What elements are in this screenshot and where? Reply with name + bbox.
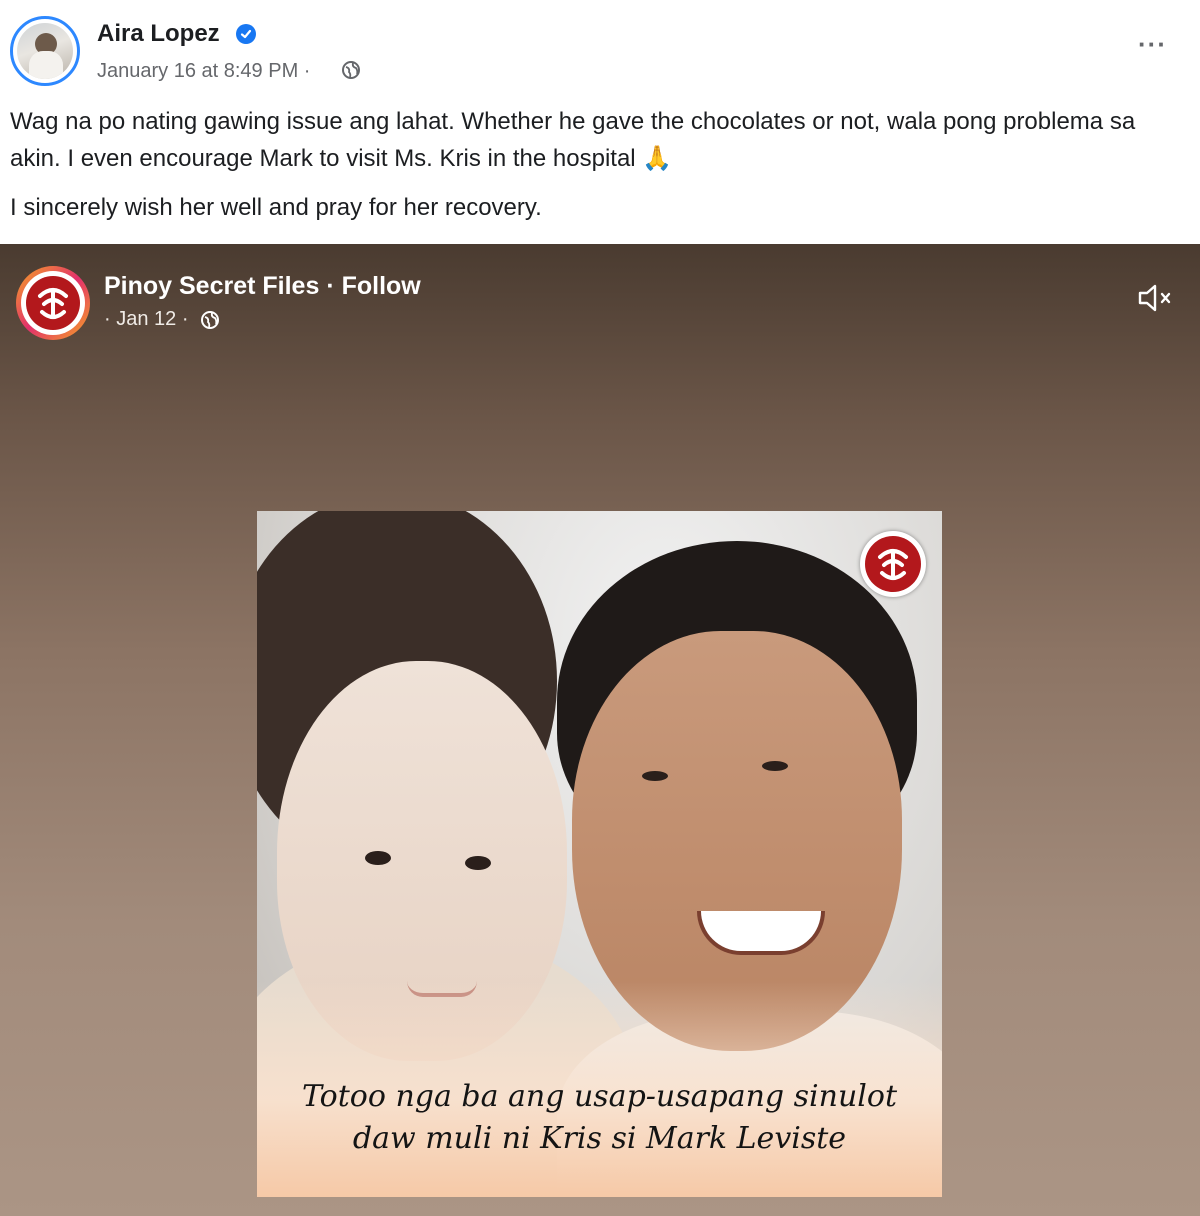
- post-header: Aira Lopez January 16 at 8:49 PM · ···: [0, 0, 1200, 100]
- shared-photo[interactable]: Totoo nga ba ang usap-usapang sinulot da…: [257, 511, 942, 1197]
- logo-mark-icon: [38, 288, 68, 319]
- caption-line-2: daw muli ni Kris si Mark Leviste: [352, 1121, 847, 1156]
- globe-icon: [341, 60, 361, 80]
- post-timestamp[interactable]: January 16 at 8:49 PM ·: [97, 60, 310, 83]
- caption-line-1: Totoo nga ba ang usap-usapang sinulot: [301, 1079, 898, 1114]
- avatar-photo: [17, 23, 73, 79]
- photo-woman-eye-right: [465, 856, 491, 870]
- photo-man-eye-right: [762, 761, 788, 771]
- muted-speaker-icon[interactable]: [1136, 282, 1176, 314]
- post-paragraph-1-text: Wag na po nating gawing issue ang lahat.…: [10, 108, 1136, 172]
- post-text: Wag na po nating gawing issue ang lahat.…: [10, 103, 1180, 226]
- author-name[interactable]: Aira Lopez: [97, 20, 220, 48]
- globe-icon: [200, 310, 220, 330]
- verified-badge-icon: [236, 24, 256, 44]
- more-options-icon[interactable]: ···: [1138, 31, 1167, 57]
- photo-man-eye-left: [642, 771, 668, 781]
- page-logo-icon[interactable]: [16, 266, 90, 340]
- post-paragraph-1: Wag na po nating gawing issue ang lahat.…: [10, 103, 1180, 177]
- page-name-follow[interactable]: Pinoy Secret Files · Follow: [104, 272, 421, 301]
- praying-hands-icon: 🙏: [642, 145, 673, 172]
- photo-caption: Totoo nga ba ang usap-usapang sinulot da…: [257, 1076, 942, 1160]
- author-avatar[interactable]: [10, 16, 80, 86]
- photo-woman-eye-left: [365, 851, 391, 865]
- shared-date[interactable]: · Jan 12 ·: [104, 308, 188, 331]
- avatar-body: [29, 51, 63, 79]
- shared-video[interactable]: Pinoy Secret Files · Follow · Jan 12 · T…: [0, 244, 1200, 1216]
- watermark-logo-icon: [860, 531, 926, 597]
- watermark-mark-icon: [878, 549, 908, 580]
- post-paragraph-2: I sincerely wish her well and pray for h…: [10, 194, 542, 221]
